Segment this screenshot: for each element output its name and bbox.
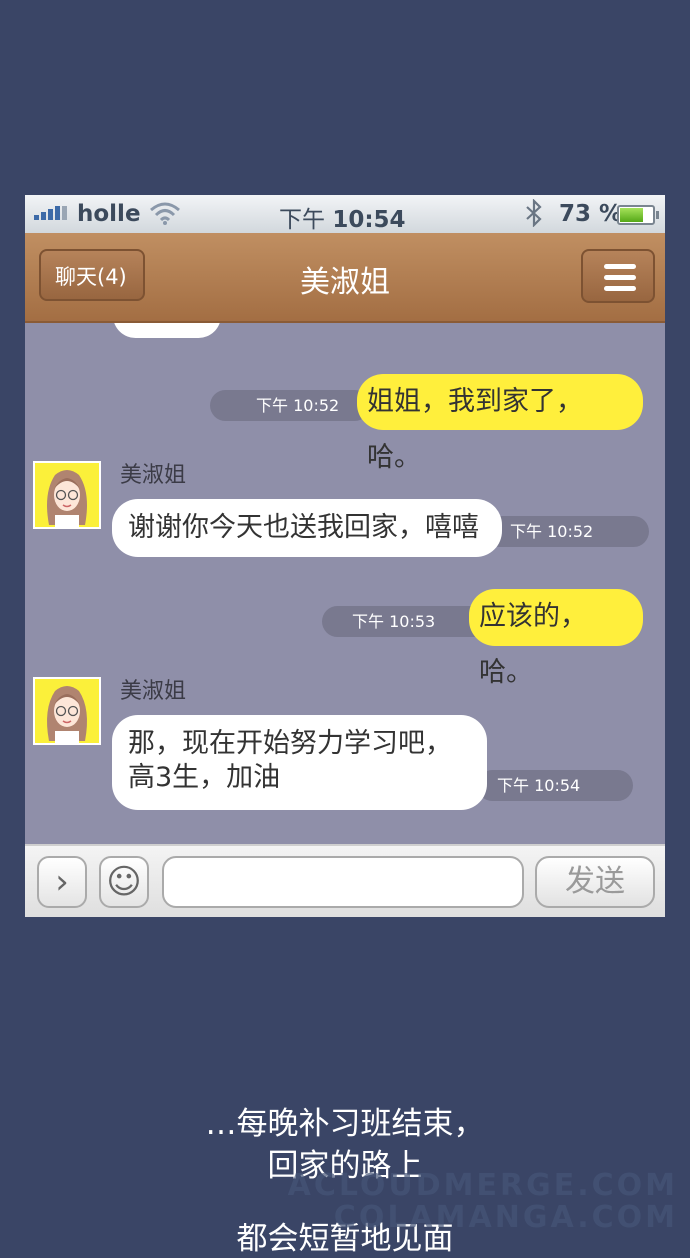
carrier-name: holle (77, 201, 141, 227)
message-line: 高3生，加油 (128, 762, 281, 793)
watermark-text: ACLOUDMERGE.COM (287, 1168, 678, 1203)
phone-screen: holle 下午 10:54 73 % 聊天(4) 美淑姐 下午 10:52 姐… (25, 195, 665, 917)
smiley-icon: ☺ (106, 862, 142, 902)
contact-avatar[interactable] (33, 677, 101, 745)
message-time: 下午 10:52 (210, 390, 370, 421)
sender-name: 美淑姐 (120, 679, 187, 704)
battery-percent: 73 % (559, 201, 623, 227)
emoji-button[interactable]: ☺ (99, 856, 149, 908)
watermark-text: COLAMANGA.COM (333, 1200, 678, 1235)
expand-button[interactable]: › (37, 856, 87, 908)
contact-message-bubble: 谢谢你今天也送我回家，嘻嘻 (112, 499, 502, 557)
bluetooth-icon (523, 198, 545, 233)
message-time: 下午 10:53 (322, 606, 492, 637)
chevron-right-icon: › (55, 862, 69, 902)
message-line: 那，现在开始努力学习吧， (128, 728, 452, 759)
contact-avatar[interactable] (33, 461, 101, 529)
battery-icon (617, 205, 659, 225)
girl-portrait-icon (47, 470, 87, 527)
message-time: 下午 10:52 (485, 516, 649, 547)
chat-area[interactable]: 下午 10:52 姐姐，我到家了，哈。 美淑姐 下午 10:52 谢谢你今天也送… (25, 323, 665, 844)
menu-button[interactable] (581, 249, 655, 303)
girl-portrait-icon (47, 686, 87, 743)
status-bar: holle 下午 10:54 73 % (25, 195, 665, 233)
signal-strength-icon (34, 206, 67, 220)
input-bar: › ☺ 发送 (25, 844, 665, 917)
chat-title: 美淑姐 (300, 265, 390, 300)
my-message-bubble: 应该的，哈。 (469, 589, 643, 688)
send-button[interactable]: 发送 (535, 856, 655, 908)
clock-time: 10:54 (332, 207, 406, 233)
status-clock: 下午 10:54 (279, 200, 406, 234)
contact-message-bubble: 那，现在开始努力学习吧， 高3生，加油 (112, 715, 487, 810)
clock-period: 下午 (279, 207, 325, 233)
narration-line: …每晚补习班结束， (205, 1106, 485, 1142)
sender-name: 美淑姐 (120, 463, 187, 488)
message-time: 下午 10:54 (477, 770, 633, 801)
nav-bar: 聊天(4) 美淑姐 (25, 233, 665, 323)
wifi-icon (149, 201, 181, 231)
my-message-bubble: 姐姐，我到家了，哈。 (357, 374, 643, 473)
previous-message-bubble (113, 323, 221, 338)
message-input[interactable] (162, 856, 524, 908)
